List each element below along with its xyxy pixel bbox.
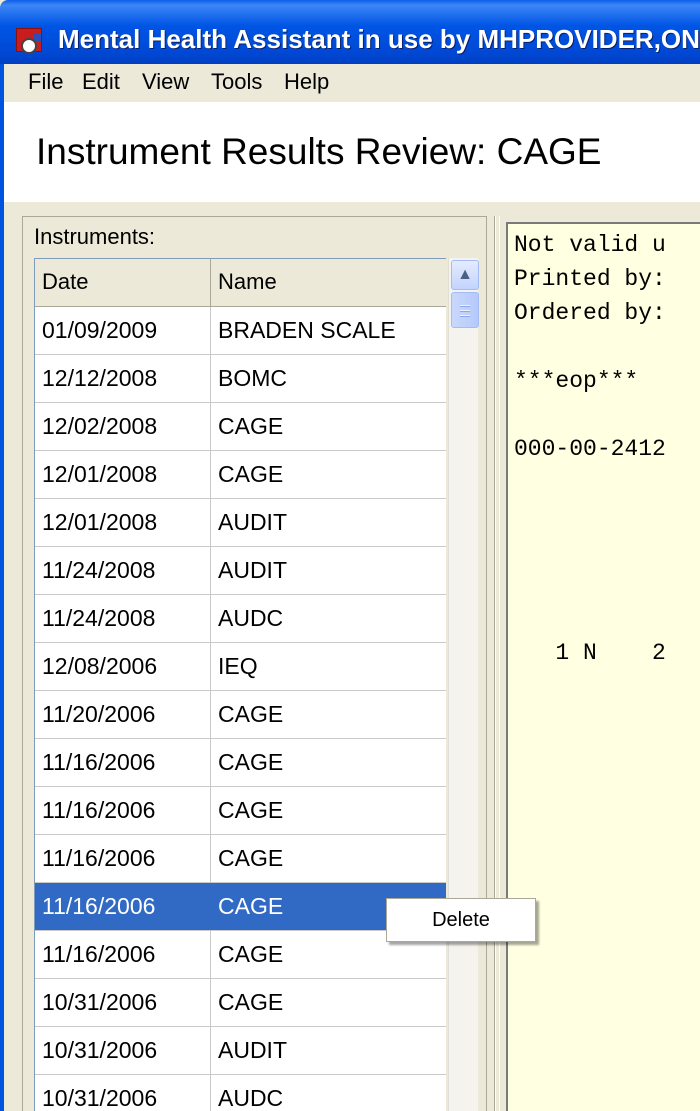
title-bar[interactable]: Mental Health Assistant in use by MHPROV… [0, 0, 700, 64]
cell-name: CAGE [211, 403, 446, 450]
cell-name: BRADEN SCALE [211, 307, 446, 354]
table-row[interactable]: 11/24/2008 AUDC [35, 595, 446, 643]
page-title: Instrument Results Review: CAGE [36, 131, 602, 172]
cell-name: CAGE [211, 739, 446, 786]
context-menu-delete[interactable]: Delete [387, 899, 535, 941]
report-line: 1 N 2 [514, 640, 666, 666]
cell-date: 10/31/2006 [35, 979, 211, 1026]
cell-date: 11/24/2008 [35, 547, 211, 594]
table-row[interactable]: 11/20/2006 CAGE [35, 691, 446, 739]
cell-date: 11/20/2006 [35, 691, 211, 738]
scroll-up-arrow-icon[interactable]: ▲ [451, 260, 479, 290]
cell-name: AUDIT [211, 499, 446, 546]
table-row[interactable]: 12/08/2006 IEQ [35, 643, 446, 691]
panel-splitter[interactable] [486, 216, 500, 1111]
instruments-grid[interactable]: Date Name 01/09/2009 BRADEN SCALE 12/12/20… [34, 258, 446, 1111]
instruments-scrollbar[interactable]: ▲ [448, 258, 479, 1111]
cell-date: 11/16/2006 [35, 835, 211, 882]
table-row[interactable]: 10/31/2006 CAGE [35, 979, 446, 1027]
cell-name: CAGE [211, 451, 446, 498]
cell-name: CAGE [211, 835, 446, 882]
cell-name: IEQ [211, 643, 446, 690]
cell-date: 10/31/2006 [35, 1027, 211, 1074]
cell-date: 12/02/2008 [35, 403, 211, 450]
cell-name: AUDIT [211, 547, 446, 594]
report-panel[interactable]: Not valid u Printed by: Ordered by: ***eop*… [506, 222, 700, 1111]
table-row[interactable]: 11/16/2006 CAGE [35, 787, 446, 835]
cell-date: 12/08/2006 [35, 643, 211, 690]
cell-name: AUDC [211, 1075, 446, 1111]
menu-tools[interactable]: Tools [211, 69, 262, 95]
table-row[interactable]: 01/09/2009 BRADEN SCALE [35, 307, 446, 355]
table-row[interactable]: 12/12/2008 BOMC [35, 355, 446, 403]
report-line: ***eop*** [514, 368, 639, 394]
cell-date: 11/16/2006 [35, 883, 211, 930]
window-title: Mental Health Assistant in use by MHPROV… [58, 24, 700, 54]
cell-date: 12/12/2008 [35, 355, 211, 402]
table-row[interactable]: 12/02/2008 CAGE [35, 403, 446, 451]
column-header-name[interactable]: Name [211, 259, 446, 307]
report-line: Not valid u [514, 232, 666, 258]
table-row[interactable]: 11/24/2008 AUDIT [35, 547, 446, 595]
menu-view[interactable]: View [142, 69, 189, 95]
report-line: Ordered by: [514, 300, 666, 326]
cell-name: BOMC [211, 355, 446, 402]
table-row[interactable]: 12/01/2008 CAGE [35, 451, 446, 499]
table-row[interactable]: 11/16/2006 CAGE [35, 739, 446, 787]
splitter-grip [494, 216, 496, 1111]
cell-name: CAGE [211, 787, 446, 834]
cell-date: 01/09/2009 [35, 307, 211, 354]
cell-date: 11/24/2008 [35, 595, 211, 642]
cell-name: CAGE [211, 691, 446, 738]
menu-file[interactable]: File [28, 69, 63, 95]
menu-edit[interactable]: Edit [82, 69, 120, 95]
cell-name: AUDIT [211, 1027, 446, 1074]
cell-date: 12/01/2008 [35, 499, 211, 546]
menu-help[interactable]: Help [284, 69, 329, 95]
menu-bar: File Edit View Tools Help [0, 64, 700, 102]
table-row[interactable]: 11/16/2006 CAGE [35, 883, 446, 931]
table-row[interactable]: 10/31/2006 AUDC [35, 1075, 446, 1111]
mha-app-icon[interactable] [16, 28, 42, 54]
cell-date: 10/31/2006 [35, 1075, 211, 1111]
scroll-thumb[interactable] [451, 292, 479, 328]
grid-header: Date Name [35, 259, 446, 307]
cell-name: CAGE [211, 979, 446, 1026]
table-row[interactable]: 12/01/2008 AUDIT [35, 499, 446, 547]
table-row[interactable]: 10/31/2006 AUDIT [35, 1027, 446, 1075]
report-line: Printed by: [514, 266, 666, 292]
column-header-date[interactable]: Date [35, 259, 211, 307]
report-line: 000-00-2412 [514, 436, 666, 462]
instruments-label: Instruments: [34, 224, 156, 249]
context-menu: Delete [386, 898, 536, 942]
cell-date: 11/16/2006 [35, 739, 211, 786]
cell-date: 11/16/2006 [35, 787, 211, 834]
table-row[interactable]: 11/16/2006 CAGE [35, 931, 446, 979]
header-panel: Instrument Results Review: CAGE [0, 102, 700, 202]
cell-date: 12/01/2008 [35, 451, 211, 498]
cell-name: AUDC [211, 595, 446, 642]
table-row[interactable]: 11/16/2006 CAGE [35, 835, 446, 883]
cell-date: 11/16/2006 [35, 931, 211, 978]
